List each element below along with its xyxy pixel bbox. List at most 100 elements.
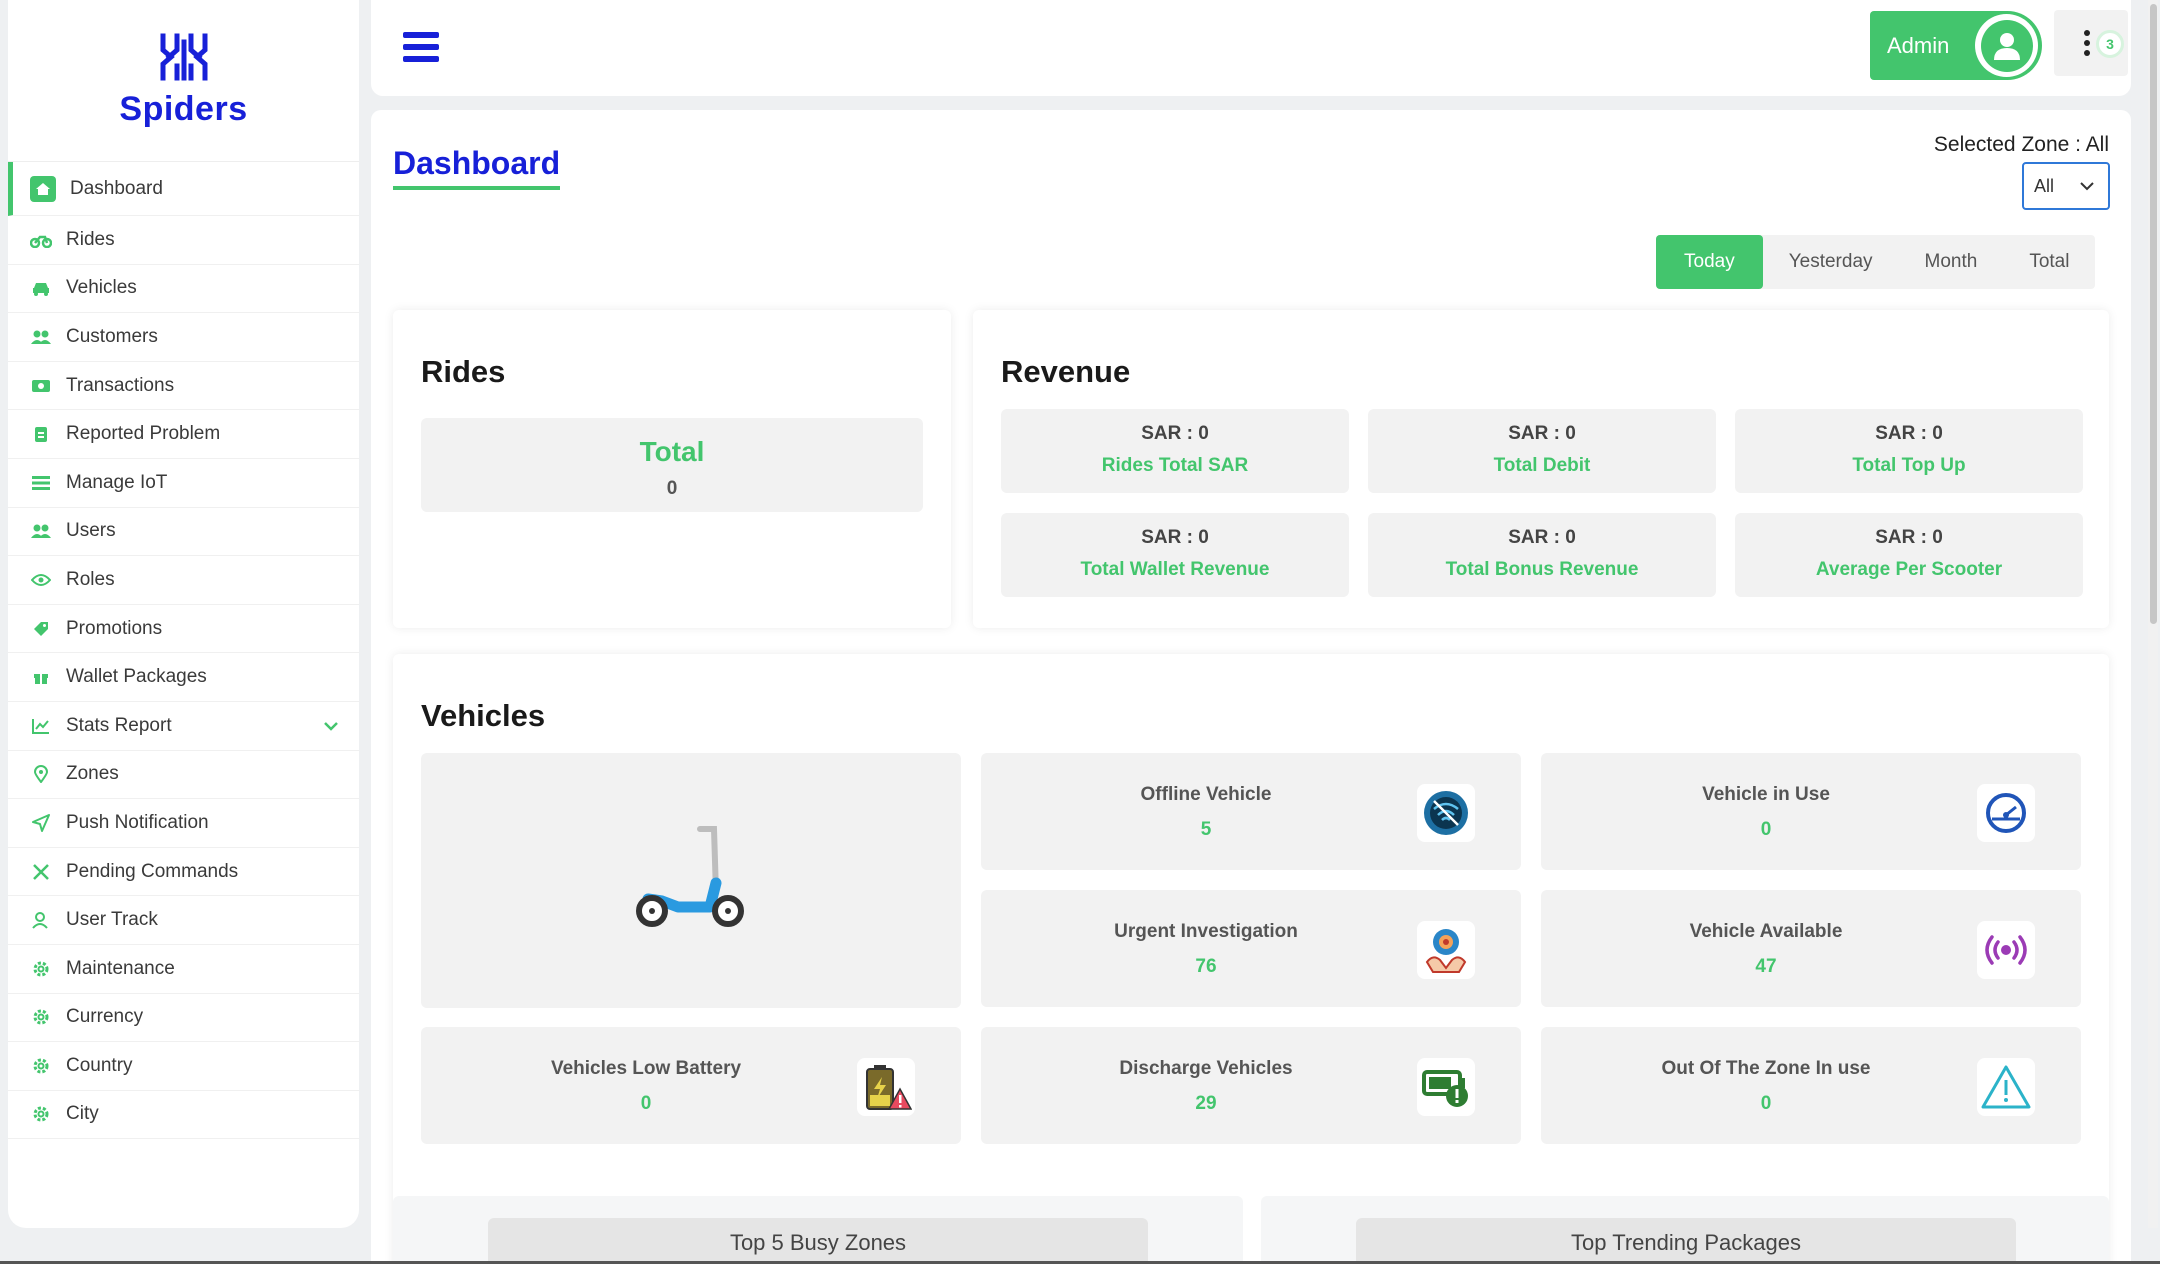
sidebar-item-roles[interactable]: Roles xyxy=(8,556,359,605)
chevron-down-icon[interactable] xyxy=(323,718,339,740)
revenue-amount: SAR : 0 xyxy=(1141,527,1209,548)
sidebar-item-city[interactable]: City xyxy=(8,1091,359,1140)
sidebar-item-label: Maintenance xyxy=(66,957,175,979)
sidebar-item-label: Transactions xyxy=(66,374,175,396)
kebab-icon xyxy=(2084,30,2090,60)
sidebar-item-transactions[interactable]: Transactions xyxy=(8,362,359,411)
chart-line-icon xyxy=(30,715,52,737)
battery-alert-icon xyxy=(1417,1058,1475,1116)
vehicle-stat-tile: Vehicle Available 47 xyxy=(1541,890,2081,1007)
rides-title: Rides xyxy=(421,354,506,389)
trending-packages-title: Top Trending Packages xyxy=(1356,1218,2016,1264)
sidebar-item-label: Currency xyxy=(66,1006,144,1028)
sidebar-item-reported-problem[interactable]: Reported Problem xyxy=(8,410,359,459)
sidebar-item-label: User Track xyxy=(66,909,158,931)
sidebar-item-wallet-packages[interactable]: Wallet Packages xyxy=(8,653,359,702)
sidebar-item-label: Roles xyxy=(66,568,115,590)
revenue-tile: SAR : 0 Total Wallet Revenue xyxy=(1001,513,1349,597)
sidebar-item-dashboard[interactable]: Dashboard xyxy=(8,162,359,216)
trending-packages-card: Top Trending Packages xyxy=(1261,1196,2109,1264)
page-title: Dashboard xyxy=(393,145,561,190)
revenue-amount: SAR : 0 xyxy=(1141,423,1209,444)
revenue-label: Total Top Up xyxy=(1852,455,1966,476)
vehicle-stat-label: Vehicle Available xyxy=(1689,921,1843,942)
sidebar-item-label: Customers xyxy=(66,325,158,347)
sidebar-item-label: Rides xyxy=(66,228,115,250)
vehicle-stat-tile: Urgent Investigation 76 xyxy=(981,890,1521,1007)
revenue-tile: SAR : 0 Total Debit xyxy=(1368,409,1716,493)
more-options-button[interactable]: 3 xyxy=(2054,10,2128,76)
sidebar: Spiders Dashboard Rides Vehicles Custome… xyxy=(8,0,359,1228)
tab-today[interactable]: Today xyxy=(1656,235,1763,289)
scrollbar-thumb[interactable] xyxy=(2150,4,2157,624)
sidebar-item-label: Pending Commands xyxy=(66,860,239,882)
brand-name: Spiders xyxy=(119,90,248,128)
admin-label: Admin xyxy=(1887,32,1950,58)
tab-yesterday[interactable]: Yesterday xyxy=(1763,235,1899,289)
sidebar-item-label: Promotions xyxy=(66,617,163,639)
revenue-amount: SAR : 0 xyxy=(1508,527,1576,548)
sidebar-item-stats-report[interactable]: Stats Report xyxy=(8,702,359,751)
rides-total-label: Total xyxy=(639,436,705,467)
vehicle-stat-value: 0 xyxy=(640,1093,652,1114)
gear-icon xyxy=(30,958,52,980)
investigation-icon xyxy=(1417,921,1475,979)
revenue-label: Total Bonus Revenue xyxy=(1445,559,1639,580)
vehicle-stat-label: Vehicles Low Battery xyxy=(550,1058,742,1079)
list-icon xyxy=(30,472,52,494)
busy-zones-title: Top 5 Busy Zones xyxy=(488,1218,1148,1264)
vehicle-stat-tile: Offline Vehicle 5 xyxy=(981,753,1521,870)
sidebar-item-rides[interactable]: Rides xyxy=(8,216,359,265)
vehicle-stat-label: Offline Vehicle xyxy=(1140,784,1272,805)
sidebar-item-currency[interactable]: Currency xyxy=(8,994,359,1043)
sidebar-item-maintenance[interactable]: Maintenance xyxy=(8,945,359,994)
revenue-tile: SAR : 0 Total Bonus Revenue xyxy=(1368,513,1716,597)
sidebar-item-promotions[interactable]: Promotions xyxy=(8,605,359,654)
signal-icon xyxy=(1977,921,2035,979)
sidebar-item-zones[interactable]: Zones xyxy=(8,751,359,800)
motorbike-icon xyxy=(30,229,52,251)
sidebar-item-label: Manage IoT xyxy=(66,471,168,493)
user-avatar-icon xyxy=(1980,19,2033,72)
sidebar-item-country[interactable]: Country xyxy=(8,1042,359,1091)
zone-select[interactable]: All xyxy=(2022,162,2110,210)
revenue-amount: SAR : 0 xyxy=(1875,423,1943,444)
vehicle-stat-value: 0 xyxy=(1760,819,1772,840)
tab-total[interactable]: Total xyxy=(2003,235,2095,289)
tools-icon xyxy=(30,861,52,883)
spiders-logo-icon xyxy=(160,33,207,81)
sidebar-item-customers[interactable]: Customers xyxy=(8,313,359,362)
vehicle-stat-tile: Out Of The Zone In use 0 xyxy=(1541,1027,2081,1144)
sidebar-item-pending-commands[interactable]: Pending Commands xyxy=(8,848,359,897)
vehicle-stat-label: Vehicle in Use xyxy=(1702,784,1830,805)
vehicle-stat-tile: Vehicles Low Battery 0 xyxy=(421,1027,961,1144)
vehicles-card: Vehicles Offline Vehicle 5 Vehicle in Us… xyxy=(393,654,2109,1264)
vehicle-image-tile xyxy=(421,753,961,1008)
sidebar-item-label: Vehicles xyxy=(66,277,137,299)
brand[interactable]: Spiders xyxy=(8,0,359,162)
selected-zone-label: Selected Zone : All xyxy=(1933,133,2109,156)
globe-offline-icon xyxy=(1417,784,1475,842)
vehicle-stat-tile: Discharge Vehicles 29 xyxy=(981,1027,1521,1144)
admin-profile-button[interactable]: Admin xyxy=(1870,11,2042,80)
chevron-down-icon xyxy=(2078,177,2096,200)
busy-zones-card: Top 5 Busy Zones xyxy=(393,1196,1243,1264)
vehicle-stat-value: 0 xyxy=(1760,1093,1772,1114)
sidebar-item-push-notification[interactable]: Push Notification xyxy=(8,799,359,848)
sidebar-nav: Dashboard Rides Vehicles Customers Trans… xyxy=(8,162,359,1140)
menu-toggle-button[interactable] xyxy=(403,32,439,62)
revenue-label: Rides Total SAR xyxy=(1101,455,1249,476)
sidebar-item-manage-iot[interactable]: Manage IoT xyxy=(8,459,359,508)
revenue-label: Total Debit xyxy=(1493,455,1591,476)
tag-icon xyxy=(30,618,52,640)
vehicle-stat-value: 47 xyxy=(1755,956,1777,977)
sidebar-item-users[interactable]: Users xyxy=(8,508,359,557)
vehicle-stat-value: 5 xyxy=(1200,819,1212,840)
speedometer-icon xyxy=(1977,784,2035,842)
money-icon xyxy=(30,375,52,397)
sidebar-item-user-track[interactable]: User Track xyxy=(8,896,359,945)
warning-icon xyxy=(1977,1058,2035,1116)
sidebar-item-label: Stats Report xyxy=(66,714,172,736)
tab-month[interactable]: Month xyxy=(1899,235,2004,289)
sidebar-item-vehicles[interactable]: Vehicles xyxy=(8,265,359,314)
